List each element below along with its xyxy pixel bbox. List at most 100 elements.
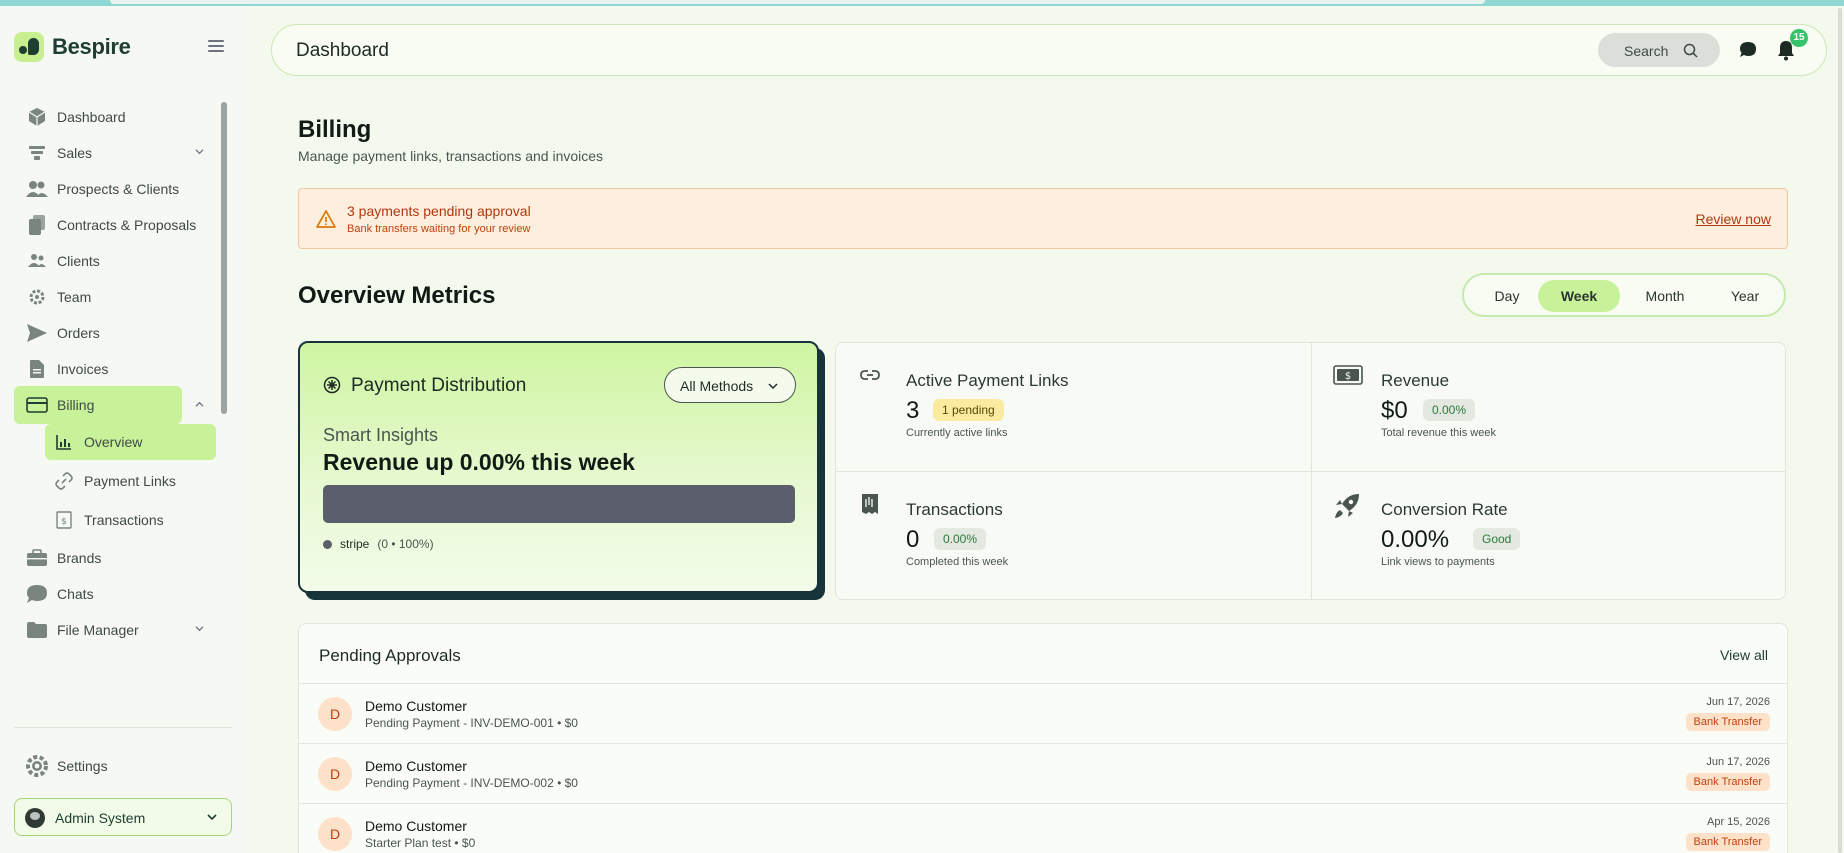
sidebar-subitem-payment-links[interactable]: Payment Links xyxy=(45,463,216,499)
user-group-icon xyxy=(26,250,48,272)
receipt-icon: $ xyxy=(55,511,73,529)
search-icon xyxy=(1683,43,1698,58)
metric-name: Active Payment Links xyxy=(906,371,1069,390)
sidebar-item-billing[interactable]: Billing xyxy=(14,386,182,424)
metric-revenue[interactable]: $ Revenue $0 0.00% Total revenue this we… xyxy=(1311,343,1786,471)
sidebar-item-clients[interactable]: Clients xyxy=(14,242,229,280)
payment-detail: Pending Payment - INV-DEMO-001 • $0 xyxy=(365,716,578,730)
window-top-strip-inner xyxy=(110,0,1485,4)
payment-distribution-card: Payment Distribution All Methods Smart I… xyxy=(298,341,819,593)
methods-dropdown-label: All Methods xyxy=(680,378,754,394)
metric-conversion-rate[interactable]: Conversion Rate 0.00% Good Link views to… xyxy=(1311,472,1786,600)
page-subtitle: Manage payment links, transactions and i… xyxy=(298,148,604,164)
chat-icon[interactable] xyxy=(1738,40,1758,60)
table-row[interactable]: D Demo Customer Starter Plan test • $0 A… xyxy=(299,803,1787,853)
sidebar-item-brands[interactable]: Brands xyxy=(14,539,229,577)
link-icon xyxy=(860,370,880,380)
sidebar-item-settings[interactable]: Settings xyxy=(14,748,229,784)
methods-dropdown[interactable]: All Methods xyxy=(664,367,796,403)
sidebar-item-label: Chats xyxy=(57,586,94,602)
search-button[interactable]: Search xyxy=(1598,33,1720,67)
sidebar-subitem-label: Payment Links xyxy=(84,473,176,489)
payment-method-badge: Bank Transfer xyxy=(1685,713,1770,731)
sidebar-divider xyxy=(14,727,232,728)
sidebar-item-label: File Manager xyxy=(57,622,139,638)
user-menu[interactable]: Admin System xyxy=(14,798,232,836)
sidebar-subitem-overview[interactable]: Overview xyxy=(45,424,216,460)
payment-method-badge: Bank Transfer xyxy=(1685,833,1770,851)
chevron-down-icon[interactable] xyxy=(207,812,217,822)
bespire-logo-icon xyxy=(14,32,44,62)
chat-icon xyxy=(26,583,48,605)
page-scrollbar[interactable] xyxy=(1838,8,1842,853)
legend-values: (0 • 100%) xyxy=(377,537,434,551)
legend-swatch xyxy=(323,539,332,549)
sidebar-item-contracts-proposals[interactable]: Contracts & Proposals xyxy=(14,206,229,244)
overview-title: Overview Metrics xyxy=(298,282,496,309)
metric-name: Conversion Rate xyxy=(1381,500,1508,519)
invoice-icon xyxy=(26,358,48,380)
brand-name: Bespire xyxy=(52,34,131,59)
payment-detail: Pending Payment - INV-DEMO-002 • $0 xyxy=(365,776,578,790)
sidebar-item-dashboard[interactable]: Dashboard xyxy=(14,98,229,136)
range-week[interactable]: Week xyxy=(1538,280,1620,312)
window-top-strip xyxy=(0,0,1844,6)
metric-description: Completed this week xyxy=(906,556,1009,568)
alert-subtitle: Bank transfers waiting for your review xyxy=(347,223,531,235)
alert-title: 3 payments pending approval xyxy=(347,203,531,219)
metric-value: 3 xyxy=(906,397,920,424)
table-row[interactable]: D Demo Customer Pending Payment - INV-DE… xyxy=(299,743,1787,803)
range-month[interactable]: Month xyxy=(1624,280,1706,312)
cube-icon xyxy=(26,106,48,128)
funnel-icon xyxy=(26,142,48,164)
review-now-link[interactable]: Review now xyxy=(1696,211,1771,227)
sidebar-item-label: Clients xyxy=(57,253,100,269)
chevron-down-icon[interactable] xyxy=(195,624,204,633)
metric-transactions[interactable]: Transactions 0 0.00% Completed this week xyxy=(836,472,1311,600)
sidebar-item-label: Brands xyxy=(57,550,102,566)
sidebar-item-prospects-clients[interactable]: Prospects & Clients xyxy=(14,170,229,208)
metric-name: Transactions xyxy=(906,500,1003,519)
metric-description: Total revenue this week xyxy=(1381,427,1496,439)
sidebar-item-file-manager[interactable]: File Manager xyxy=(14,611,229,649)
avatar: D xyxy=(318,757,352,791)
chevron-down-icon[interactable] xyxy=(195,147,204,156)
distribution-legend: stripe (0 • 100%) xyxy=(323,537,434,551)
range-year[interactable]: Year xyxy=(1710,280,1780,312)
sidebar-scrollbar[interactable] xyxy=(221,102,227,414)
pending-approvals-title: Pending Approvals xyxy=(319,646,461,665)
chevron-down-icon xyxy=(768,383,778,390)
sidebar-item-label: Billing xyxy=(57,397,95,413)
view-all-link[interactable]: View all xyxy=(1720,647,1768,663)
hamburger-menu-icon[interactable] xyxy=(208,40,224,54)
pending-approval-alert: 3 payments pending approval Bank transfe… xyxy=(298,188,1788,249)
gear-icon xyxy=(26,286,48,308)
customer-name: Demo Customer xyxy=(365,758,467,774)
metric-description: Currently active links xyxy=(906,427,1008,439)
sidebar-subitem-transactions[interactable]: $ Transactions xyxy=(45,502,216,538)
sidebar-item-invoices[interactable]: Invoices xyxy=(14,350,229,388)
chevron-up-icon[interactable] xyxy=(195,400,204,409)
top-header: Dashboard Search 15 xyxy=(271,24,1827,76)
sidebar-item-label: Prospects & Clients xyxy=(57,181,180,197)
brand[interactable]: Bespire xyxy=(14,32,131,62)
range-day[interactable]: Day xyxy=(1478,280,1536,312)
header-title: Dashboard xyxy=(296,40,389,61)
rocket-icon xyxy=(1335,494,1359,518)
customer-name: Demo Customer xyxy=(365,818,467,834)
gear-icon xyxy=(26,755,48,777)
sidebar-subitem-label: Transactions xyxy=(84,512,164,528)
bar-chart-icon xyxy=(55,433,73,451)
sidebar-item-team[interactable]: Team xyxy=(14,278,229,316)
sidebar-subitem-label: Overview xyxy=(84,434,143,450)
sidebar-item-label: Contracts & Proposals xyxy=(57,217,197,233)
distribution-title: Payment Distribution xyxy=(351,375,527,396)
metric-pill: 0.00% xyxy=(934,528,987,550)
metric-value: $0 xyxy=(1381,397,1408,424)
sidebar-item-chats[interactable]: Chats xyxy=(14,575,229,613)
sidebar-item-orders[interactable]: Orders xyxy=(14,314,229,352)
table-row[interactable]: D Demo Customer Pending Payment - INV-DE… xyxy=(299,683,1787,743)
metric-active-payment-links[interactable]: Active Payment Links 3 1 pending Current… xyxy=(836,343,1311,471)
sidebar-item-sales[interactable]: Sales xyxy=(14,134,229,172)
metric-value: 0.00% xyxy=(1381,526,1450,553)
